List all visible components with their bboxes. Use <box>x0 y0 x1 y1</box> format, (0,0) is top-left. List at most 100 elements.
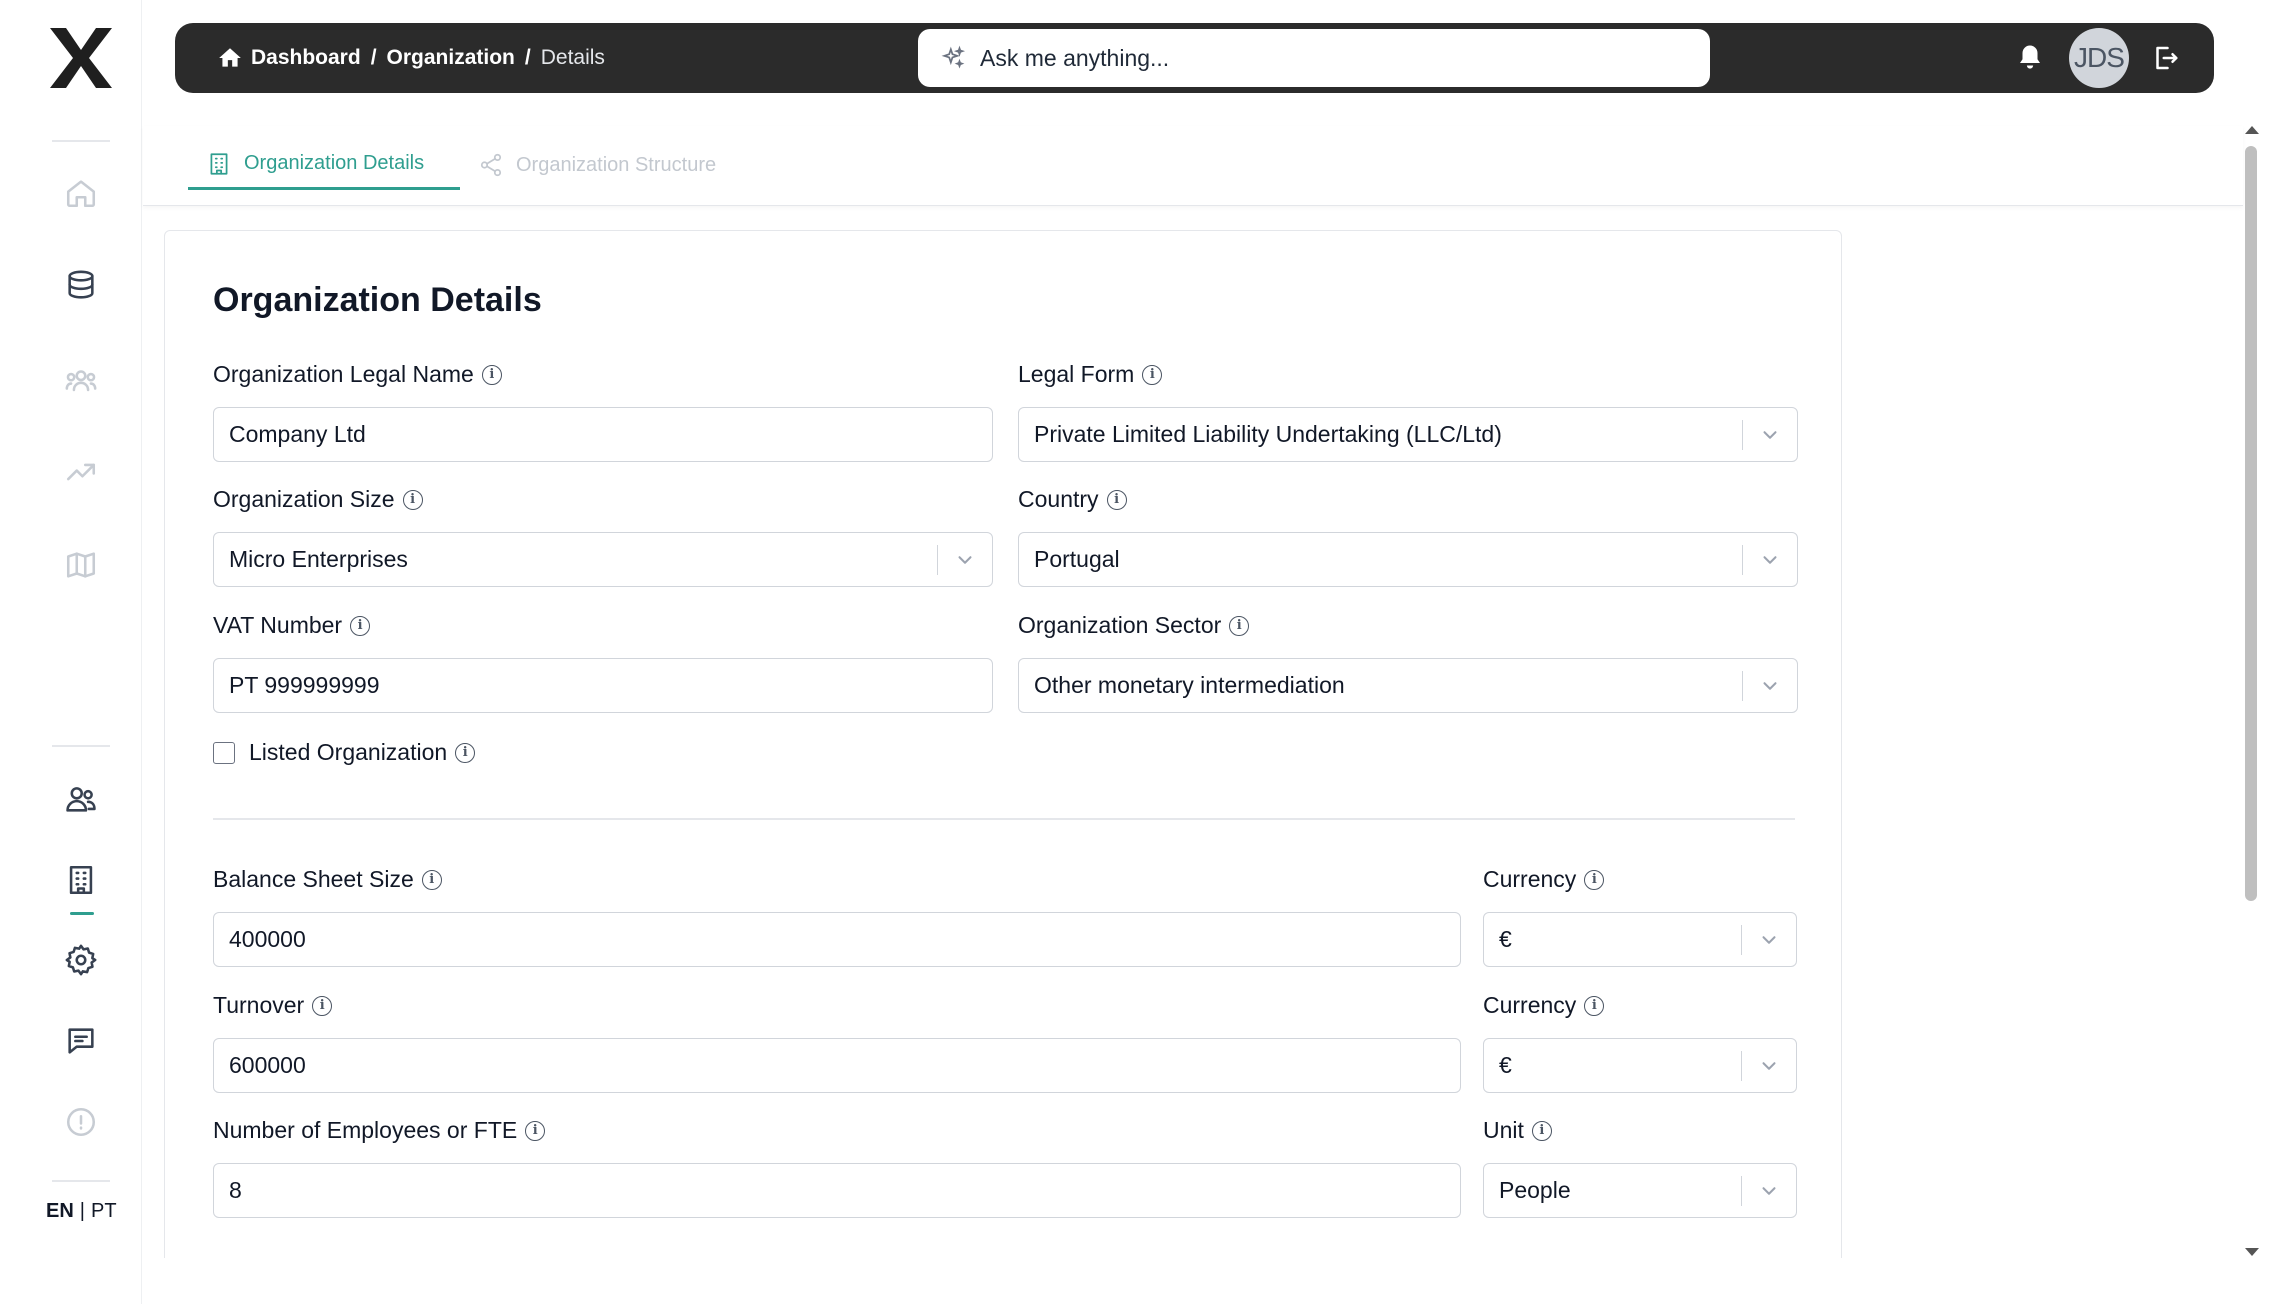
user-avatar[interactable]: JDS <box>2069 28 2129 88</box>
turnover-input[interactable] <box>213 1038 1461 1093</box>
balance-sheet-input[interactable] <box>213 912 1461 967</box>
language-pt[interactable]: PT <box>91 1200 117 1223</box>
turnover-currency-select[interactable]: € <box>1483 1038 1797 1093</box>
bell-icon[interactable] <box>2015 43 2045 73</box>
balance-currency-select[interactable]: € <box>1483 912 1797 967</box>
employees-unit-label: Unit i <box>1483 1117 1552 1144</box>
top-bar: Dashboard / Organization / Details JDS <box>175 23 2214 93</box>
scroll-thumb[interactable] <box>2245 146 2257 901</box>
select-value: Other monetary intermediation <box>1034 672 1345 698</box>
breadcrumb-dashboard[interactable]: Dashboard <box>251 46 361 70</box>
legal-name-input[interactable] <box>213 407 993 462</box>
tab-organization-details[interactable]: Organization Details <box>188 140 460 190</box>
select-value: Private Limited Liability Undertaking (L… <box>1034 421 1502 447</box>
info-icon[interactable]: i <box>1531 1120 1552 1141</box>
select-value: Portugal <box>1034 546 1120 572</box>
chevron-down-icon[interactable] <box>1743 532 1797 587</box>
sidebar-divider <box>52 1180 110 1182</box>
database-icon[interactable] <box>61 266 101 306</box>
listed-organization-checkbox[interactable] <box>213 741 235 764</box>
label-text: Organization Legal Name <box>213 361 474 387</box>
sector-select[interactable]: Other monetary intermediation <box>1018 658 1798 713</box>
info-icon[interactable]: i <box>312 995 333 1016</box>
tab-label: Organization Structure <box>516 153 717 176</box>
info-icon[interactable]: i <box>1106 489 1127 510</box>
map-icon[interactable] <box>61 545 101 585</box>
employees-input[interactable] <box>213 1163 1461 1218</box>
chevron-down-icon[interactable] <box>1742 912 1796 967</box>
alert-circle-icon[interactable] <box>61 1102 101 1142</box>
label-text: VAT Number <box>213 612 343 638</box>
chat-icon[interactable] <box>61 1021 101 1061</box>
building-icon <box>210 152 228 175</box>
trending-up-icon[interactable] <box>61 452 101 492</box>
scroll-up-arrow[interactable] <box>2245 126 2259 134</box>
tab-bar: Organization Details Organization Struct… <box>143 126 2243 206</box>
breadcrumb-separator: / <box>370 46 377 69</box>
language-en[interactable]: EN <box>46 1200 74 1223</box>
home-icon[interactable] <box>217 45 243 71</box>
listed-organization-row[interactable]: Listed Organization i <box>213 739 476 766</box>
info-icon[interactable]: i <box>1584 869 1605 890</box>
checkbox-label: Listed Organization <box>249 739 448 765</box>
select-value: € <box>1499 926 1512 952</box>
chevron-down-icon[interactable] <box>938 532 992 587</box>
team-icon[interactable] <box>61 360 101 400</box>
country-label: Country i <box>1018 486 1127 513</box>
legal-name-label: Organization Legal Name i <box>213 361 502 388</box>
info-icon[interactable]: i <box>1584 995 1605 1016</box>
ai-assistant-bar[interactable] <box>918 29 1710 87</box>
sidebar-active-indicator <box>70 912 94 915</box>
organization-details-card: Organization Details Organization Legal … <box>164 230 1842 1304</box>
label-text: Organization Sector <box>1018 612 1222 638</box>
legal-form-label: Legal Form i <box>1018 361 1163 388</box>
info-icon[interactable]: i <box>455 742 476 763</box>
label-text: Organization Size <box>213 486 395 512</box>
org-size-label: Organization Size i <box>213 486 423 513</box>
info-icon[interactable]: i <box>350 615 371 636</box>
balance-sheet-label: Balance Sheet Size i <box>213 866 442 893</box>
label-text: Currency <box>1483 866 1577 892</box>
info-icon[interactable]: i <box>481 364 502 385</box>
info-icon[interactable]: i <box>525 1120 546 1141</box>
breadcrumb-organization[interactable]: Organization <box>387 46 515 70</box>
page-title: Organization Details <box>213 281 542 319</box>
sidebar-divider <box>52 140 110 142</box>
label-text: Balance Sheet Size <box>213 866 414 892</box>
organization-building-icon[interactable] <box>61 860 101 900</box>
chevron-down-icon[interactable] <box>1742 1163 1796 1218</box>
scroll-down-arrow[interactable] <box>2245 1248 2259 1256</box>
chevron-down-icon[interactable] <box>1743 658 1797 713</box>
org-size-select[interactable]: Micro Enterprises <box>213 532 993 587</box>
logout-icon[interactable] <box>2150 43 2180 73</box>
home-icon[interactable] <box>61 173 101 213</box>
label-text: Turnover <box>213 992 305 1018</box>
legal-form-select[interactable]: Private Limited Liability Undertaking (L… <box>1018 407 1798 462</box>
page-scrollbar[interactable] <box>2242 126 2260 1256</box>
info-icon[interactable]: i <box>1142 364 1163 385</box>
country-select[interactable]: Portugal <box>1018 532 1798 587</box>
info-icon[interactable]: i <box>1229 615 1250 636</box>
breadcrumb-current: Details <box>540 46 605 69</box>
label-text: Country <box>1018 486 1099 512</box>
ai-assistant-input[interactable] <box>980 44 1710 72</box>
info-icon[interactable]: i <box>421 869 442 890</box>
vat-label: VAT Number i <box>213 612 371 639</box>
gear-icon[interactable] <box>61 940 101 980</box>
language-separator: | <box>79 1200 85 1222</box>
label-text: Legal Form <box>1018 361 1135 387</box>
label-text: Number of Employees or FTE <box>213 1117 518 1143</box>
info-icon[interactable]: i <box>402 489 423 510</box>
chevron-down-icon[interactable] <box>1742 1038 1796 1093</box>
tab-organization-structure[interactable]: Organization Structure <box>478 140 716 190</box>
sparkle-icon <box>941 45 966 69</box>
turnover-currency-label: Currency i <box>1483 992 1605 1019</box>
users-icon[interactable] <box>61 779 101 819</box>
sidebar-divider <box>52 745 110 747</box>
language-switcher: EN | PT <box>46 1200 117 1223</box>
app-logo[interactable] <box>46 26 116 90</box>
employees-unit-select[interactable]: People <box>1483 1163 1797 1218</box>
vat-input[interactable] <box>213 658 993 713</box>
sidebar: EN | PT <box>0 0 142 1304</box>
chevron-down-icon[interactable] <box>1743 407 1797 462</box>
